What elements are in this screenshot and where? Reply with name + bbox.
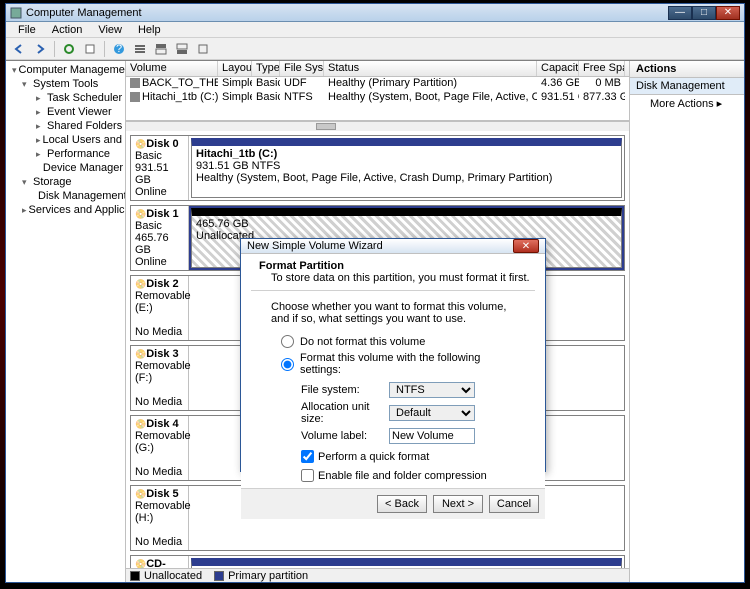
disk-label[interactable]: 📀CD-ROM 0DVD4.36 GBOnline xyxy=(131,556,189,568)
back-button[interactable]: < Back xyxy=(377,495,427,513)
tree-task-scheduler[interactable]: ▸Task Scheduler xyxy=(8,91,123,105)
tree-storage[interactable]: ▾Storage xyxy=(8,175,123,189)
actions-header: Actions xyxy=(630,61,744,78)
back-button[interactable] xyxy=(10,40,28,58)
volume-row[interactable]: Hitachi_1tb (C:)SimpleBasicNTFSHealthy (… xyxy=(126,91,629,105)
disk-row[interactable]: 📀CD-ROM 0DVD4.36 GBOnlineBACK_TO_THE_FUT… xyxy=(130,555,625,568)
scrollbar-thumb[interactable] xyxy=(316,123,336,130)
view-list-button[interactable] xyxy=(131,40,149,58)
volume-list-header[interactable]: Volume Layout Type File System Status Ca… xyxy=(126,61,629,77)
col-layout[interactable]: Layout xyxy=(218,61,252,76)
tree-root[interactable]: ▾Computer Management (Local xyxy=(8,63,123,77)
radio-format[interactable] xyxy=(281,358,294,371)
app-icon xyxy=(10,7,22,19)
menu-action[interactable]: Action xyxy=(44,24,91,36)
opt-noformat[interactable]: Do not format this volume xyxy=(281,335,505,348)
wizard-dialog[interactable]: New Simple Volume Wizard ✕ Format Partit… xyxy=(240,238,546,472)
view-top-button[interactable] xyxy=(152,40,170,58)
disk-label[interactable]: 📀Disk 5Removable (H:)No Media xyxy=(131,486,189,550)
close-button[interactable]: ✕ xyxy=(716,6,740,20)
fs-select[interactable]: NTFS xyxy=(389,382,475,398)
properties-button[interactable] xyxy=(81,40,99,58)
disk-label[interactable]: 📀Disk 0Basic931.51 GBOnline xyxy=(131,136,189,200)
radio-noformat[interactable] xyxy=(281,335,294,348)
wizard-subheading: To store data on this partition, you mus… xyxy=(251,272,535,284)
fs-label: File system: xyxy=(301,384,389,396)
checkbox-quick[interactable] xyxy=(301,450,314,463)
actions-more[interactable]: More Actions ▸ xyxy=(630,95,744,112)
menu-help[interactable]: Help xyxy=(130,24,169,36)
menu-file[interactable]: File xyxy=(10,24,44,36)
tree-shared-folders[interactable]: ▸Shared Folders xyxy=(8,119,123,133)
tree-device-manager[interactable]: Device Manager xyxy=(8,161,123,175)
tree-disk-management[interactable]: Disk Management xyxy=(8,189,123,203)
legend-unalloc-swatch xyxy=(130,571,140,581)
col-volume[interactable]: Volume xyxy=(126,61,218,76)
menu-view[interactable]: View xyxy=(90,24,130,36)
disk-label[interactable]: 📀Disk 4Removable (G:)No Media xyxy=(131,416,189,480)
tree-event-viewer[interactable]: ▸Event Viewer xyxy=(8,105,123,119)
tree-services-apps[interactable]: ▸Services and Applications xyxy=(8,203,123,217)
view-bottom-button[interactable] xyxy=(173,40,191,58)
window-title: Computer Management xyxy=(26,7,668,19)
wizard-titlebar[interactable]: New Simple Volume Wizard ✕ xyxy=(241,239,545,254)
col-type[interactable]: Type xyxy=(252,61,280,76)
disk-label[interactable]: 📀Disk 3Removable (F:)No Media xyxy=(131,346,189,410)
disk-label[interactable]: 📀Disk 1Basic465.76 GBOnline xyxy=(131,206,189,270)
toolbar: ? xyxy=(6,38,744,60)
tree-local-users[interactable]: ▸Local Users and Groups xyxy=(8,133,123,147)
svg-text:?: ? xyxy=(116,43,122,55)
wizard-instruction: Choose whether you want to format this v… xyxy=(251,297,535,329)
help-button[interactable]: ? xyxy=(110,40,128,58)
tree-system-tools[interactable]: ▾System Tools xyxy=(8,77,123,91)
wizard-close-button[interactable]: ✕ xyxy=(513,239,539,253)
col-free[interactable]: Free Space xyxy=(579,61,625,76)
checkbox-compress[interactable] xyxy=(301,469,314,482)
cancel-button[interactable]: Cancel xyxy=(489,495,539,513)
chk-compress[interactable]: Enable file and folder compression xyxy=(251,469,535,482)
partition[interactable]: Hitachi_1tb (C:)931.51 GB NTFSHealthy (S… xyxy=(191,138,622,198)
tree-performance[interactable]: ▸Performance xyxy=(8,147,123,161)
menubar: File Action View Help xyxy=(6,22,744,38)
disk-label[interactable]: 📀Disk 2Removable (E:)No Media xyxy=(131,276,189,340)
nav-tree[interactable]: ▾Computer Management (Local ▾System Tool… xyxy=(6,61,126,582)
chk-quick[interactable]: Perform a quick format xyxy=(251,450,535,463)
col-capacity[interactable]: Capacity xyxy=(537,61,579,76)
forward-button[interactable] xyxy=(31,40,49,58)
col-fs[interactable]: File System xyxy=(280,61,324,76)
volume-row[interactable]: BACK_TO_THE_FUT (D:)SimpleBasicUDFHealth… xyxy=(126,77,629,91)
refresh-button[interactable] xyxy=(60,40,78,58)
wizard-title: New Simple Volume Wizard xyxy=(247,240,513,252)
partition[interactable]: BACK_TO_THE_FUT (D:)4.36 GB UDFHealthy (… xyxy=(191,558,622,568)
vol-label: Volume label: xyxy=(301,430,389,442)
legend-primary-swatch xyxy=(214,571,224,581)
col-status[interactable]: Status xyxy=(324,61,537,76)
wizard-heading: Format Partition xyxy=(251,260,535,272)
volume-list[interactable]: Volume Layout Type File System Status Ca… xyxy=(126,61,629,121)
legend: Unallocated Primary partition xyxy=(126,568,629,582)
opt-format[interactable]: Format this volume with the following se… xyxy=(281,352,505,376)
titlebar[interactable]: Computer Management — □ ✕ xyxy=(6,4,744,22)
actions-pane: Actions Disk Management More Actions ▸ xyxy=(629,61,744,582)
vol-input[interactable] xyxy=(389,428,475,444)
alloc-label: Allocation unit size: xyxy=(301,401,389,425)
actions-diskmgmt[interactable]: Disk Management xyxy=(630,78,744,95)
next-button[interactable]: Next > xyxy=(433,495,483,513)
volume-list-scrollbar[interactable] xyxy=(126,121,629,131)
disk-row[interactable]: 📀Disk 0Basic931.51 GBOnlineHitachi_1tb (… xyxy=(130,135,625,201)
alloc-select[interactable]: Default xyxy=(389,405,475,421)
minimize-button[interactable]: — xyxy=(668,6,692,20)
settings-button[interactable] xyxy=(194,40,212,58)
maximize-button[interactable]: □ xyxy=(692,6,716,20)
